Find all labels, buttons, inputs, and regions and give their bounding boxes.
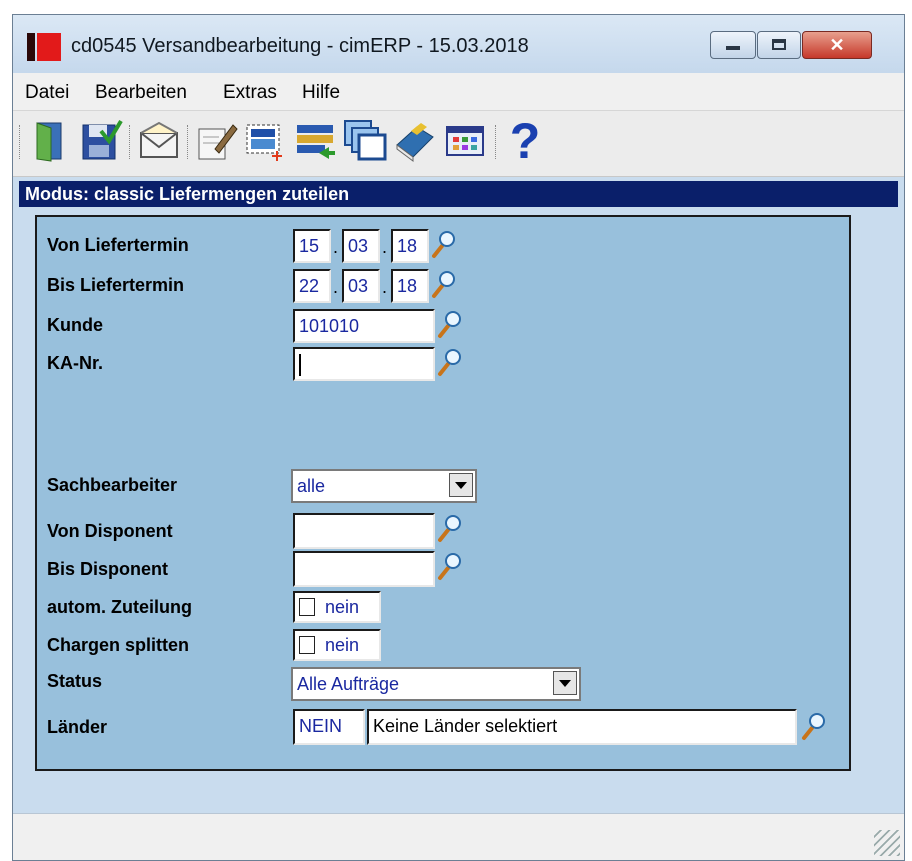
autom-zuteilung-value: nein xyxy=(325,597,360,617)
von-liefertermin-month-input[interactable]: 03 xyxy=(342,229,380,263)
checkbox-box[interactable] xyxy=(299,636,315,654)
mode-header: Modus: classic Liefermengen zuteilen xyxy=(19,181,898,207)
grid-table-icon[interactable] xyxy=(443,119,487,163)
von-liefertermin-year-input[interactable]: 18 xyxy=(391,229,429,263)
minimize-icon xyxy=(726,46,740,50)
sachbearbeiter-label: Sachbearbeiter xyxy=(47,475,178,495)
chargen-splitten-label: Chargen splitten xyxy=(47,635,190,655)
magnifier-icon[interactable] xyxy=(431,269,457,299)
bis-liefertermin-year-input[interactable]: 18 xyxy=(391,269,429,303)
von-disponent-input[interactable] xyxy=(293,513,435,549)
maximize-button[interactable] xyxy=(757,31,801,59)
minimize-button[interactable] xyxy=(710,31,756,59)
dropdown-button[interactable] xyxy=(553,671,577,695)
chargen-splitten-checkbox[interactable]: nein xyxy=(293,629,381,661)
date-separator: . xyxy=(333,237,339,257)
date-separator: . xyxy=(382,237,388,257)
book-icon[interactable] xyxy=(393,119,437,163)
title-bar[interactable]: cd0545 Versandbearbeitung - cimERP - 15.… xyxy=(13,15,904,73)
list-transfer-icon[interactable] xyxy=(293,119,337,163)
help-question-icon[interactable]: ? xyxy=(503,113,547,169)
windows-stack-icon[interactable] xyxy=(343,119,387,163)
chevron-down-icon xyxy=(455,482,467,489)
magnifier-icon[interactable] xyxy=(437,513,463,543)
toolbar-separator xyxy=(19,125,23,159)
app-window: cd0545 Versandbearbeitung - cimERP - 15.… xyxy=(12,14,905,861)
von-liefertermin-day-input[interactable]: 15 xyxy=(293,229,331,263)
menu-extras[interactable]: Extras xyxy=(223,82,277,104)
von-disponent-label: Von Disponent xyxy=(47,521,173,541)
maximize-icon xyxy=(772,39,786,50)
laender-code-input[interactable]: NEIN xyxy=(293,709,365,745)
text-cursor xyxy=(299,354,301,377)
autom-zuteilung-label: autom. Zuteilung xyxy=(47,597,192,617)
bis-disponent-input[interactable] xyxy=(293,551,435,587)
ka-nr-label: KA-Nr. xyxy=(47,353,104,373)
date-separator: . xyxy=(333,277,339,297)
menu-datei[interactable]: Datei xyxy=(25,82,69,104)
new-record-icon[interactable] xyxy=(243,119,287,163)
window-title: cd0545 Versandbearbeitung - cimERP - 15.… xyxy=(71,35,529,57)
sachbearbeiter-select[interactable]: alle xyxy=(291,469,477,503)
toolbar-separator xyxy=(495,125,499,159)
autom-zuteilung-checkbox[interactable]: nein xyxy=(293,591,381,623)
magnifier-icon[interactable] xyxy=(437,347,463,377)
sachbearbeiter-value: alle xyxy=(297,476,326,496)
resize-grip-icon[interactable] xyxy=(874,830,900,856)
checkbox-box[interactable] xyxy=(299,598,315,616)
edit-pencil-icon[interactable] xyxy=(195,119,239,163)
mail-envelope-icon[interactable] xyxy=(137,119,181,163)
magnifier-icon[interactable] xyxy=(437,309,463,339)
ka-nr-input[interactable] xyxy=(293,347,435,381)
chevron-down-icon xyxy=(559,680,571,687)
magnifier-icon[interactable] xyxy=(437,551,463,581)
status-bar xyxy=(13,813,904,860)
menu-hilfe[interactable]: Hilfe xyxy=(302,82,340,104)
date-separator: . xyxy=(382,277,388,297)
status-label: Status xyxy=(47,671,103,691)
app-logo-icon xyxy=(27,33,61,61)
save-disk-icon[interactable] xyxy=(79,119,123,163)
menu-bar: Datei Bearbeiten Extras Hilfe xyxy=(13,73,904,111)
close-button[interactable]: ✕ xyxy=(802,31,872,59)
exit-door-icon[interactable] xyxy=(29,119,73,163)
chargen-splitten-value: nein xyxy=(325,635,360,655)
menu-bearbeiten[interactable]: Bearbeiten xyxy=(95,82,187,104)
toolbar-separator xyxy=(187,125,191,159)
toolbar: ? xyxy=(13,111,904,177)
bis-liefertermin-day-input[interactable]: 22 xyxy=(293,269,331,303)
magnifier-icon[interactable] xyxy=(801,711,827,741)
close-icon: ✕ xyxy=(829,35,845,55)
laender-label: Länder xyxy=(47,717,108,737)
von-liefertermin-label: Von Liefertermin xyxy=(47,235,189,255)
kunde-label: Kunde xyxy=(47,315,103,335)
filter-panel: Von Liefertermin 15 . 03 . 18 Bis Liefer… xyxy=(35,215,851,771)
kunde-input[interactable]: 101010 xyxy=(293,309,435,343)
status-select[interactable]: Alle Aufträge xyxy=(291,667,581,701)
bis-liefertermin-label: Bis Liefertermin xyxy=(47,275,185,295)
dropdown-button[interactable] xyxy=(449,473,473,497)
status-value: Alle Aufträge xyxy=(297,674,400,694)
toolbar-separator xyxy=(129,125,133,159)
laender-description: Keine Länder selektiert xyxy=(367,709,797,745)
bis-disponent-label: Bis Disponent xyxy=(47,559,169,579)
bis-liefertermin-month-input[interactable]: 03 xyxy=(342,269,380,303)
magnifier-icon[interactable] xyxy=(431,229,457,259)
